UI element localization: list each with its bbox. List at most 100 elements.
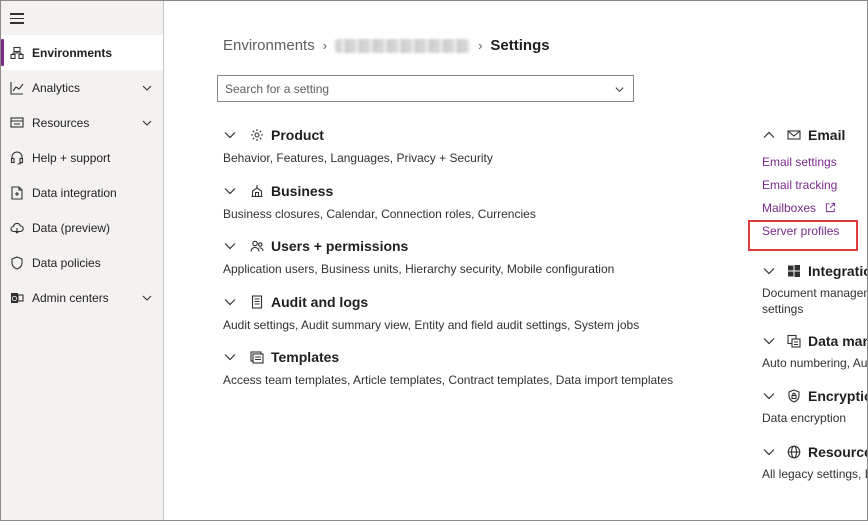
group-description: Auto numbering, Au: [762, 356, 868, 370]
group-header[interactable]: Encryption: [762, 386, 867, 406]
group-header[interactable]: Audit and logs: [223, 292, 693, 312]
group-title: Product: [271, 127, 324, 143]
mail-icon: [787, 128, 801, 142]
chevron-down-icon[interactable]: [223, 128, 237, 142]
breadcrumb-environment-name-redacted[interactable]: [335, 38, 471, 53]
group-title: Email: [808, 127, 846, 143]
breadcrumb: Environments › › Settings: [223, 37, 550, 54]
email-tracking-link[interactable]: Email tracking: [762, 178, 867, 192]
sidebar-item-analytics[interactable]: Analytics: [1, 70, 163, 105]
sidebar-item-label: Data (preview): [32, 220, 111, 235]
group-description: Behavior, Features, Languages, Privacy +…: [223, 151, 493, 165]
group-encryption: Encryption Data encryption: [762, 386, 867, 426]
people-icon: [250, 239, 264, 253]
group-header[interactable]: Data man: [762, 331, 868, 351]
group-resources: Resources All legacy settings, D: [762, 442, 868, 482]
group-header[interactable]: Product: [223, 125, 693, 145]
group-data-management: Data man Auto numbering, Au: [762, 331, 868, 371]
chevron-down-icon[interactable]: [762, 445, 776, 459]
group-description: All legacy settings, D: [762, 467, 868, 481]
hamburger-menu-icon[interactable]: [10, 13, 24, 24]
data-integration-icon: [10, 185, 24, 200]
email-settings-link[interactable]: Email settings: [762, 155, 867, 169]
document-icon: [250, 295, 264, 309]
chevron-right-icon: ›: [322, 38, 328, 53]
group-header[interactable]: Business: [223, 181, 693, 201]
group-title: Integration: [808, 263, 867, 279]
group-description: Document managem settings: [762, 285, 868, 317]
sidebar-item-label: Admin centers: [32, 290, 109, 305]
resources-icon: [10, 116, 24, 130]
chevron-down-icon[interactable]: [223, 184, 237, 198]
sidebar-item-label: Data integration: [32, 185, 117, 200]
mailboxes-label: Mailboxes: [762, 201, 817, 215]
group-title: Users + permissions: [271, 238, 409, 254]
group-description-line: Document managem: [762, 286, 868, 300]
sidebar: Environments Analytics Resources Help + …: [1, 1, 164, 520]
group-header[interactable]: Resources: [762, 442, 867, 462]
chevron-down-icon[interactable]: [141, 292, 153, 304]
chevron-down-icon[interactable]: [762, 389, 776, 403]
chevron-down-icon[interactable]: [223, 350, 237, 364]
sidebar-item-label: Help + support: [32, 150, 111, 165]
headset-icon: [10, 151, 24, 165]
mailboxes-link[interactable]: Mailboxes: [762, 201, 867, 215]
group-description-line: settings: [762, 302, 804, 316]
sidebar-item-admin-centers[interactable]: O Admin centers: [1, 280, 163, 315]
data-management-icon: [787, 334, 801, 348]
search-box[interactable]: [217, 75, 634, 102]
sidebar-item-help-support[interactable]: Help + support: [1, 140, 163, 175]
group-description: Application users, Business units, Hiera…: [223, 262, 615, 276]
group-title: Resources: [808, 444, 867, 460]
admin-centers-icon: O: [10, 291, 24, 305]
group-users-permissions: Users + permissions Application users, B…: [223, 236, 693, 276]
chevron-right-icon: ›: [478, 38, 483, 53]
globe-icon: [787, 445, 801, 459]
chevron-down-icon[interactable]: [223, 239, 237, 253]
windows-icon: [787, 264, 801, 278]
group-title: Audit and logs: [271, 294, 369, 310]
search-input[interactable]: [225, 81, 595, 96]
chevron-down-icon[interactable]: [762, 334, 776, 348]
cloud-data-icon: [10, 221, 24, 235]
sidebar-item-resources[interactable]: Resources: [1, 105, 163, 140]
sidebar-nav: Environments Analytics Resources Help + …: [1, 35, 163, 315]
svg-text:O: O: [12, 296, 18, 303]
main-content: Environments › › Settings Product Behavi…: [164, 1, 868, 520]
group-header[interactable]: Users + permissions: [223, 236, 693, 256]
environments-icon: [10, 46, 24, 60]
group-description: Audit settings, Audit summary view, Enti…: [223, 318, 640, 332]
gear-icon: [250, 128, 264, 142]
sidebar-item-data-policies[interactable]: Data policies: [1, 245, 163, 280]
group-description: Data encryption: [762, 411, 847, 425]
app-window: Environments Analytics Resources Help + …: [0, 0, 868, 521]
breadcrumb-environments[interactable]: Environments: [223, 37, 315, 54]
chevron-down-icon[interactable]: [141, 82, 153, 94]
templates-icon: [250, 350, 264, 364]
chevron-down-icon[interactable]: [223, 295, 237, 309]
sidebar-item-label: Environments: [32, 45, 113, 60]
highlight-box: [748, 220, 858, 251]
sidebar-item-label: Resources: [32, 115, 90, 130]
sidebar-item-data-integration[interactable]: Data integration: [1, 175, 163, 210]
chevron-up-icon[interactable]: [762, 128, 776, 142]
sidebar-item-environments[interactable]: Environments: [1, 35, 163, 70]
group-description: Access team templates, Article templates…: [223, 373, 674, 387]
chevron-down-icon[interactable]: [141, 117, 153, 129]
group-business: Business Business closures, Calendar, Co…: [223, 181, 693, 221]
group-header[interactable]: Email: [762, 125, 867, 145]
group-integration: Integration Document managem settings: [762, 261, 868, 317]
chevron-down-icon[interactable]: [614, 84, 625, 95]
group-audit-logs: Audit and logs Audit settings, Audit sum…: [223, 292, 693, 332]
sidebar-item-data-preview[interactable]: Data (preview): [1, 210, 163, 245]
group-title: Data man: [808, 333, 868, 349]
group-header[interactable]: Integration: [762, 261, 867, 281]
building-icon: [250, 184, 264, 198]
group-templates: Templates Access team templates, Article…: [223, 347, 693, 387]
group-title: Business: [271, 183, 334, 199]
group-title: Encryption: [808, 388, 867, 404]
group-header[interactable]: Templates: [223, 347, 693, 367]
chevron-down-icon[interactable]: [762, 264, 776, 278]
external-link-icon: [826, 202, 836, 213]
group-description: Business closures, Calendar, Connection …: [223, 207, 536, 221]
